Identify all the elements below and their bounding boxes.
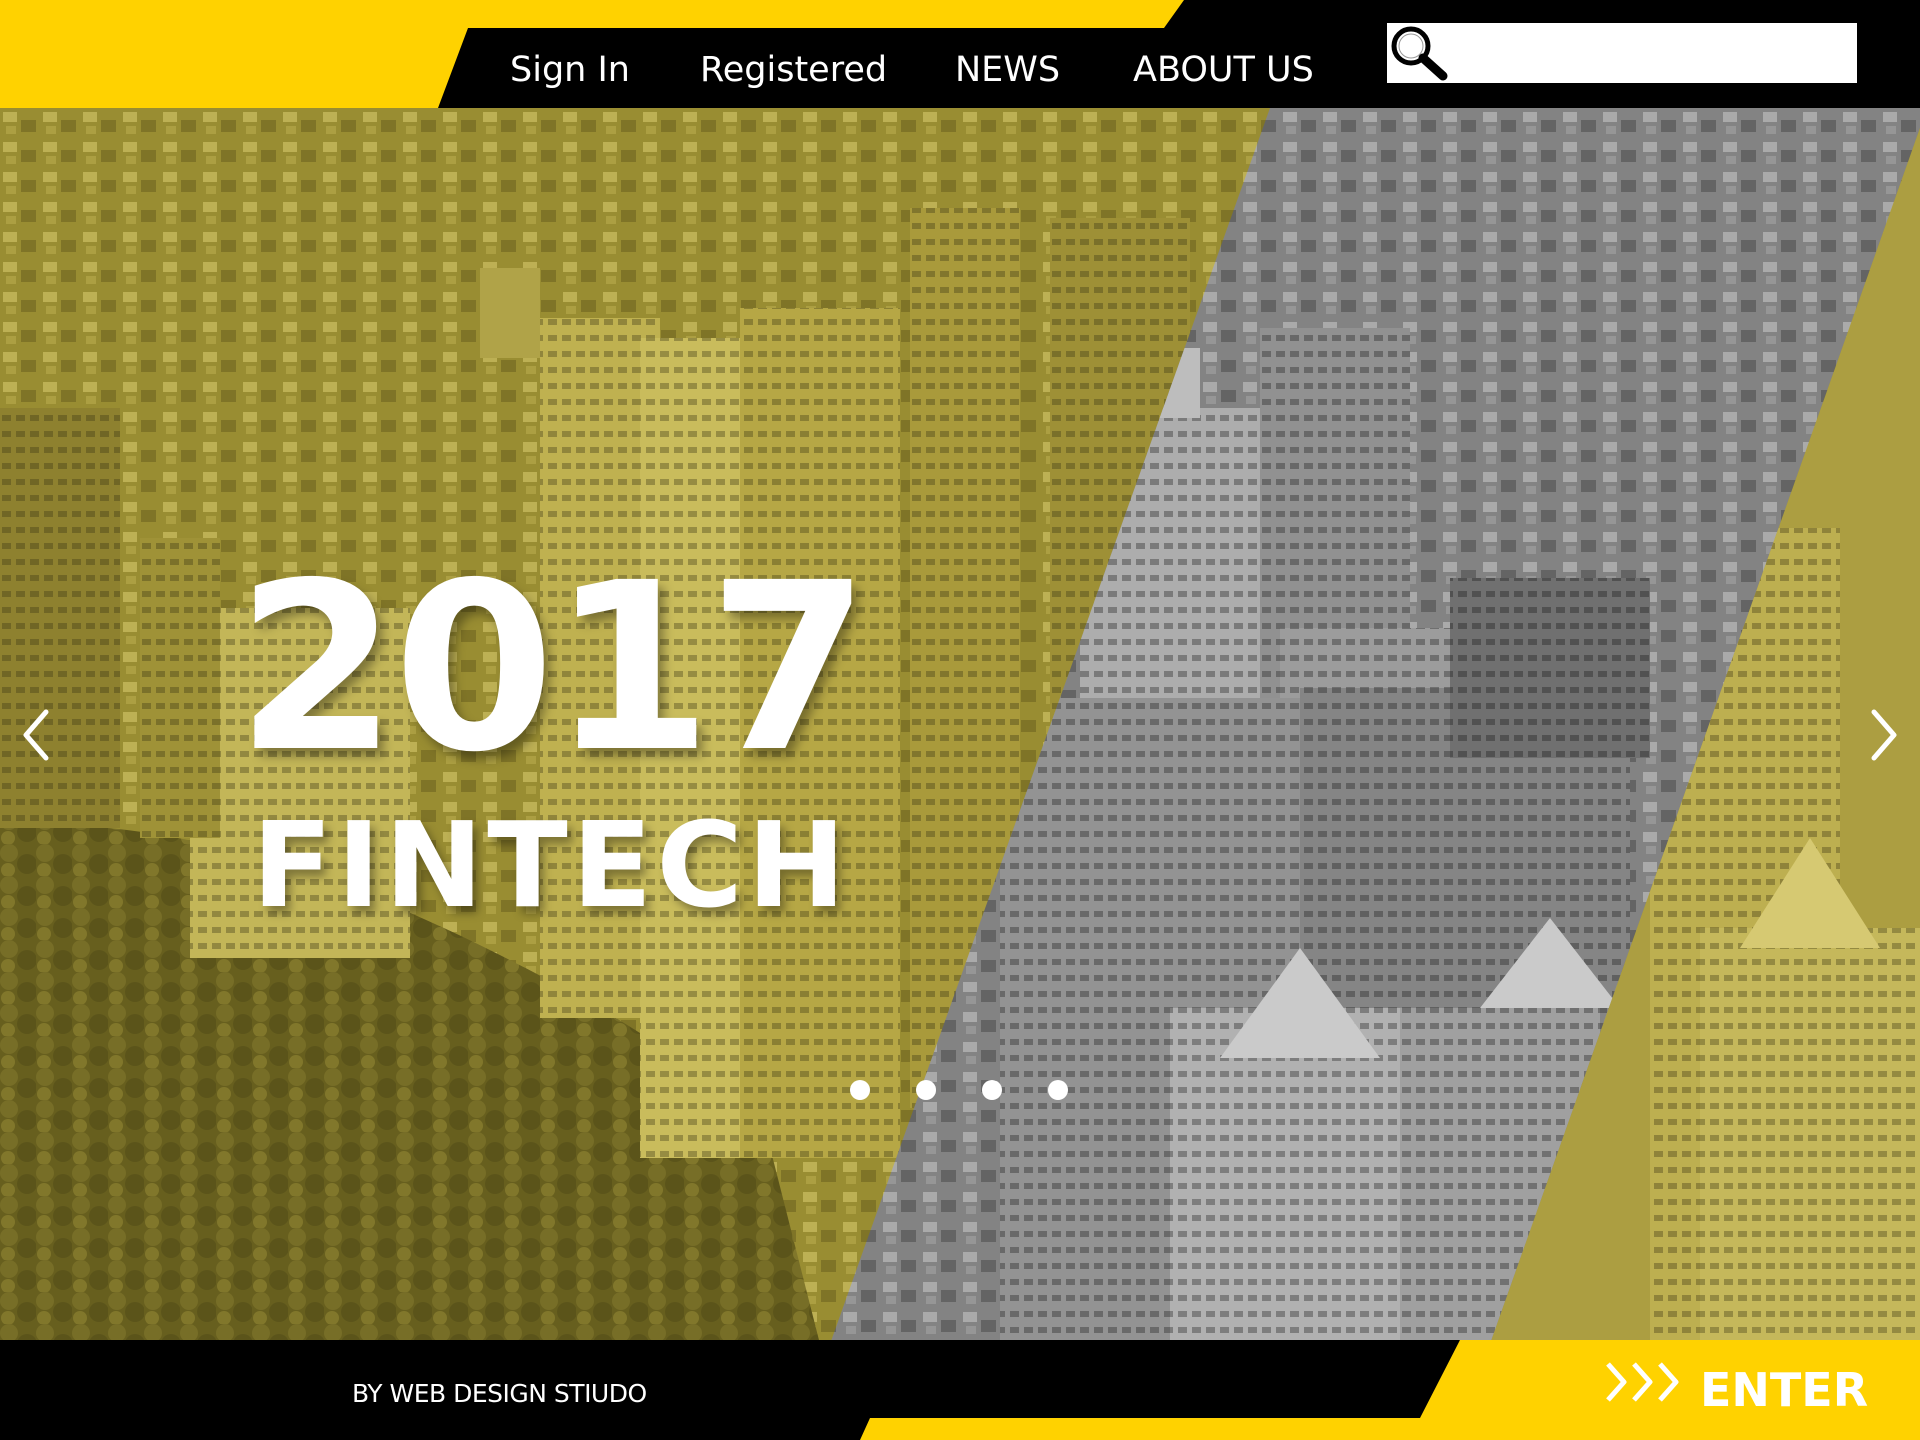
- search-input[interactable]: [1399, 31, 1783, 77]
- slide-dot[interactable]: [982, 1080, 1002, 1100]
- hero-title: FINTECH: [252, 796, 850, 934]
- hero-year: 2017: [236, 533, 870, 803]
- nav-registered[interactable]: Registered: [700, 48, 887, 92]
- chevron-right-icon[interactable]: [1860, 700, 1908, 770]
- studio-credit: BY WEB DESIGN STIUDO: [352, 1379, 647, 1408]
- chevron-left-icon[interactable]: [12, 700, 60, 770]
- search-icon[interactable]: [1387, 23, 1449, 81]
- top-bar: Sign In Registered NEWS ABOUT US: [0, 0, 1920, 108]
- triple-chevron-right-icon: [1606, 1362, 1679, 1402]
- nav-about-us[interactable]: ABOUT US: [1133, 48, 1314, 92]
- slide-dot[interactable]: [916, 1080, 936, 1100]
- slide-dot[interactable]: [850, 1080, 870, 1100]
- slide-dot[interactable]: [1048, 1080, 1068, 1100]
- nav-news[interactable]: NEWS: [955, 48, 1060, 92]
- footer-bar: BY WEB DESIGN STIUDO ENTER: [0, 1340, 1920, 1440]
- nav-sign-in[interactable]: Sign In: [510, 48, 630, 92]
- enter-label: ENTER: [1700, 1363, 1869, 1417]
- search-box: [1384, 20, 1860, 86]
